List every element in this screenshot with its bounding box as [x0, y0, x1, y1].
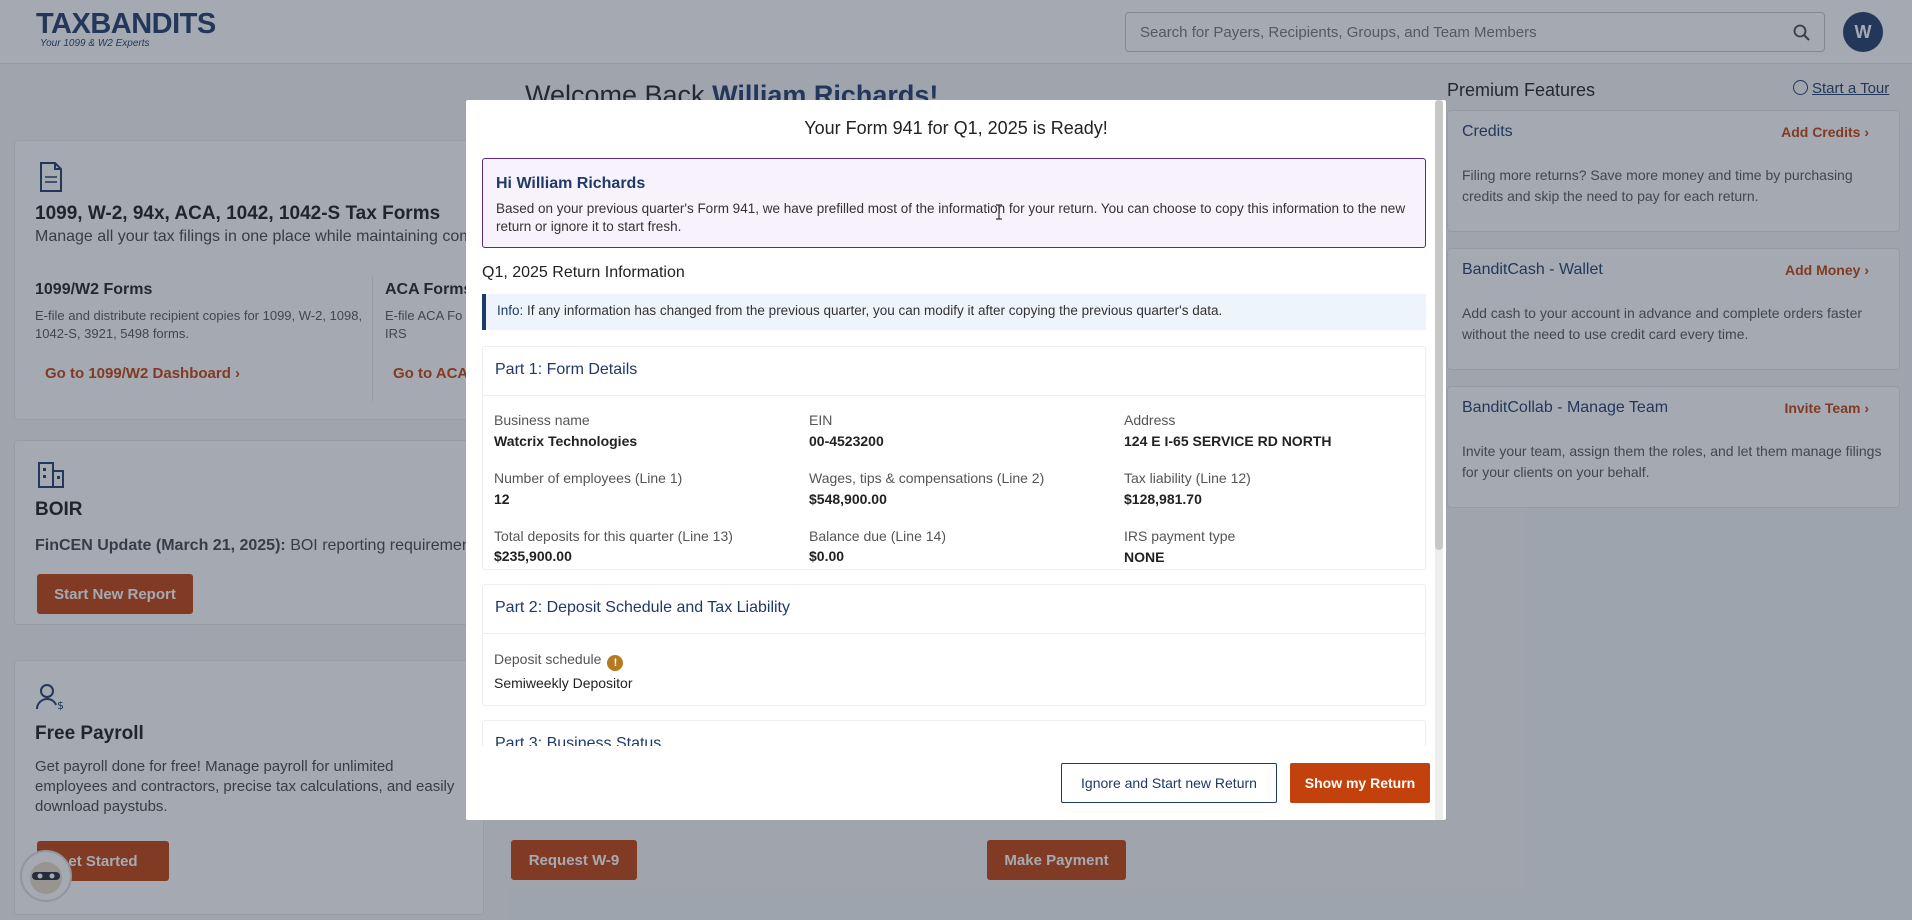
ein-label: EIN [809, 412, 833, 428]
part3-title: Part 3: Business Status [495, 735, 662, 746]
wages-label: Wages, tips & compensations (Line 2) [809, 470, 1045, 486]
part2-deposit-schedule: Part 2: Deposit Schedule and Tax Liabili… [482, 584, 1426, 706]
info-message: If any information has changed from the … [527, 303, 1223, 318]
info-label: Info: [497, 303, 524, 318]
business-name-value: Watcrix Technologies [494, 433, 638, 449]
total-deposits-value: $235,900.00 [494, 548, 572, 564]
address-label: Address [1124, 412, 1176, 428]
form-941-ready-modal: Your Form 941 for Q1, 2025 is Ready! Hi … [466, 100, 1446, 820]
modal-footer [466, 746, 1432, 820]
balance-due-label: Balance due (Line 14) [809, 528, 946, 544]
ein-value: 00-4523200 [809, 433, 884, 449]
greeting-text: Based on your previous quarter's Form 94… [496, 201, 1406, 234]
modal-body[interactable]: Hi William Richards Based on your previo… [466, 158, 1432, 746]
part2-title: Part 2: Deposit Schedule and Tax Liabili… [495, 599, 790, 616]
ignore-start-new-return-button[interactable]: Ignore and Start new Return [1061, 763, 1277, 803]
part1-form-details: Part 1: Form Details Business name Watcr… [482, 346, 1426, 570]
warning-icon[interactable]: ! [607, 655, 624, 671]
employees-label: Number of employees (Line 1) [494, 470, 683, 486]
irs-payment-type-value: NONE [1124, 549, 1165, 565]
tax-liability-label: Tax liability (Line 12) [1124, 470, 1251, 486]
irs-payment-type-label: IRS payment type [1124, 528, 1236, 544]
greeting-box: Hi William Richards Based on your previo… [482, 158, 1426, 248]
info-banner: Info: If any information has changed fro… [482, 294, 1426, 330]
wages-value: $548,900.00 [809, 491, 887, 507]
greeting-heading: Hi William Richards [496, 175, 646, 192]
modal-scrollbar[interactable] [1435, 100, 1443, 820]
return-info-heading: Q1, 2025 Return Information [482, 264, 685, 281]
balance-due-value: $0.00 [809, 548, 845, 564]
info-text: Info: If any information has changed fro… [497, 303, 1222, 318]
tax-liability-value: $128,981.70 [1124, 491, 1202, 507]
part2-divider [483, 633, 1425, 634]
show-my-return-button[interactable]: Show my Return [1290, 763, 1430, 803]
total-deposits-label: Total deposits for this quarter (Line 13… [494, 528, 733, 544]
modal-title: Your Form 941 for Q1, 2025 is Ready! [804, 118, 1108, 138]
text-cursor-icon [996, 204, 1002, 220]
business-name-label: Business name [494, 412, 590, 428]
employees-value: 12 [494, 491, 510, 507]
address-value: 124 E I-65 SERVICE RD NORTH [1124, 433, 1332, 449]
part1-title: Part 1: Form Details [495, 361, 638, 378]
part1-divider [483, 395, 1425, 396]
scrollbar-thumb[interactable] [1435, 100, 1443, 550]
part3-business-status: Part 3: Business Status [482, 720, 1426, 746]
deposit-schedule-text: Deposit schedule [494, 651, 602, 667]
deposit-schedule-value: Semiweekly Depositor [494, 675, 633, 691]
deposit-schedule-label: Deposit schedule! [494, 651, 624, 671]
